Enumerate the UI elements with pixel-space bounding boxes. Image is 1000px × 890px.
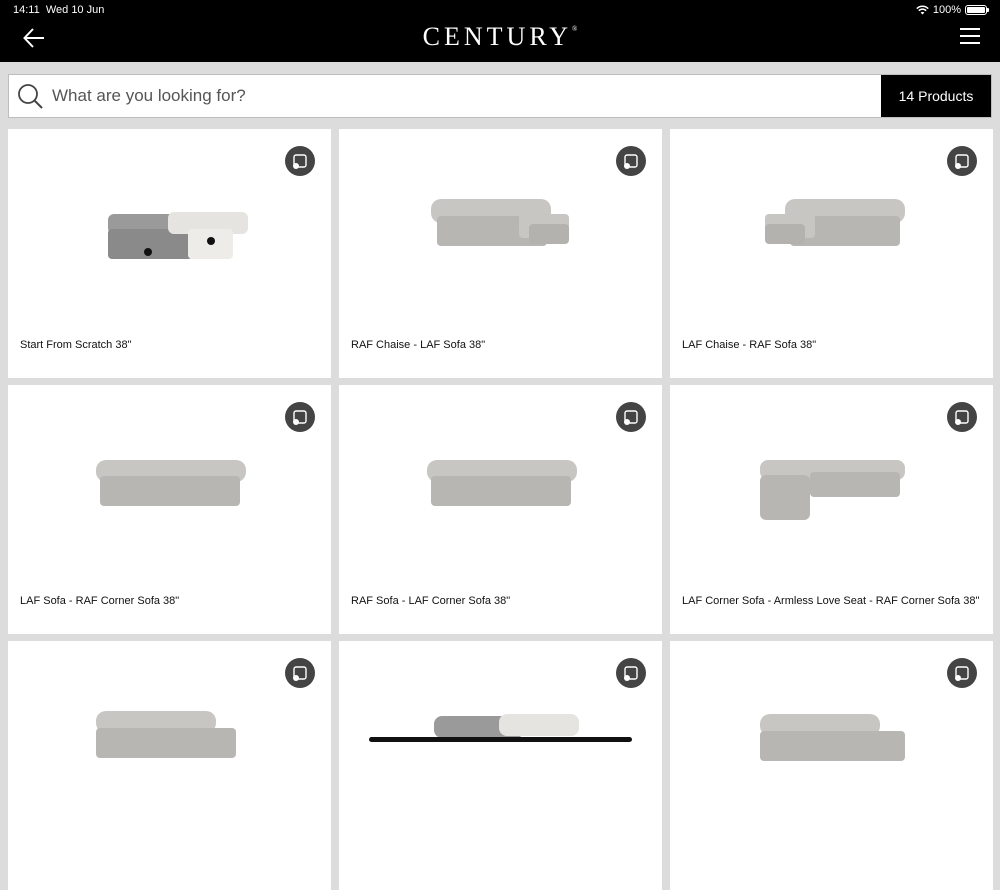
home-indicator[interactable] xyxy=(369,737,632,742)
product-name: RAF Sofa - LAF Corner Sofa 38" xyxy=(351,595,511,607)
ar-view-icon[interactable] xyxy=(947,402,977,432)
battery-icon xyxy=(965,5,989,15)
hamburger-icon xyxy=(960,28,980,44)
status-right: 100% xyxy=(916,4,989,16)
product-name: Start From Scratch 38" xyxy=(20,339,132,351)
product-card[interactable] xyxy=(8,641,331,890)
product-image xyxy=(760,714,905,761)
ar-view-icon[interactable] xyxy=(616,402,646,432)
brand-logo: CENTURY® xyxy=(422,22,578,51)
search-input[interactable] xyxy=(48,75,881,117)
ar-view-icon[interactable] xyxy=(285,146,315,176)
ar-view-icon[interactable] xyxy=(947,658,977,688)
status-bar: 14:11 Wed 10 Jun 100% xyxy=(13,4,989,18)
status-time: 14:11 Wed 10 Jun xyxy=(13,4,105,16)
product-card[interactable]: RAF Chaise - LAF Sofa 38" xyxy=(339,129,662,378)
ar-view-icon[interactable] xyxy=(285,402,315,432)
product-card[interactable]: RAF Sofa - LAF Corner Sofa 38" xyxy=(339,385,662,634)
product-grid: Start From Scratch 38" RAF Chaise - LAF … xyxy=(8,129,993,890)
ar-view-icon[interactable] xyxy=(616,146,646,176)
ar-view-icon[interactable] xyxy=(285,658,315,688)
product-card[interactable] xyxy=(670,641,993,890)
product-name: RAF Chaise - LAF Sofa 38" xyxy=(351,339,486,351)
product-card[interactable]: LAF Corner Sofa - Armless Love Seat - RA… xyxy=(670,385,993,634)
product-image xyxy=(431,199,569,246)
product-image xyxy=(96,460,246,506)
product-image xyxy=(765,199,905,246)
product-card[interactable] xyxy=(339,641,662,890)
product-image xyxy=(427,460,577,506)
menu-button[interactable] xyxy=(960,28,980,46)
battery-percent: 100% xyxy=(932,4,961,16)
search-icon xyxy=(14,75,48,117)
ar-view-icon[interactable] xyxy=(947,146,977,176)
product-image xyxy=(760,460,905,520)
product-image xyxy=(434,714,579,738)
product-name: LAF Chaise - RAF Sofa 38" xyxy=(682,339,817,351)
product-card[interactable]: LAF Sofa - RAF Corner Sofa 38" xyxy=(8,385,331,634)
product-card[interactable]: Start From Scratch 38" xyxy=(8,129,331,378)
registered-mark: ® xyxy=(572,25,578,33)
product-name: LAF Sofa - RAF Corner Sofa 38" xyxy=(20,595,180,607)
wifi-icon xyxy=(916,5,929,15)
product-image xyxy=(96,711,236,758)
product-name: LAF Corner Sofa - Armless Love Seat - RA… xyxy=(682,595,980,607)
top-bar: 14:11 Wed 10 Jun 100% CENTURY® xyxy=(0,0,1000,62)
search-bar: 14 Products xyxy=(8,74,992,118)
product-image xyxy=(108,212,248,259)
ar-view-icon[interactable] xyxy=(616,658,646,688)
product-count-button[interactable]: 14 Products xyxy=(881,75,991,117)
product-card[interactable]: LAF Chaise - RAF Sofa 38" xyxy=(670,129,993,378)
